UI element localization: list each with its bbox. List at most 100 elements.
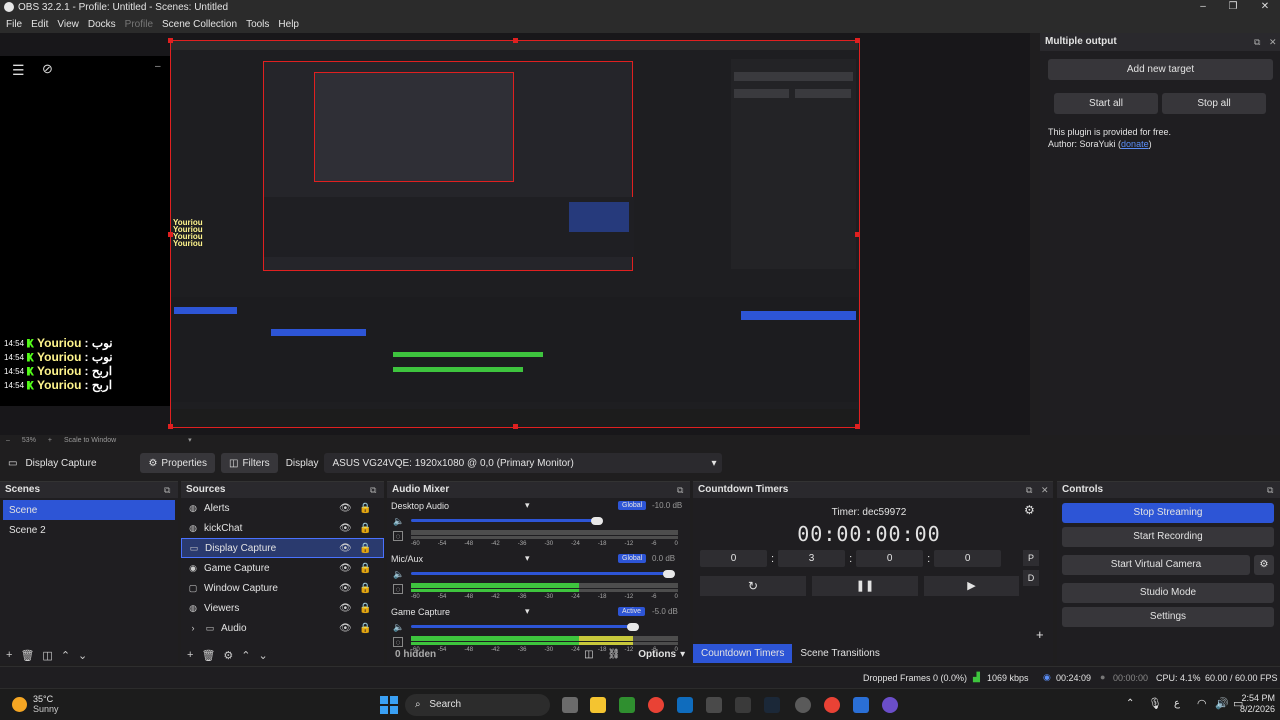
chevron-up-icon[interactable]: ⌃: [1126, 698, 1134, 709]
source-item[interactable]: ◍ Viewers 👁 🔒: [181, 598, 384, 618]
minutes-input[interactable]: 0: [856, 550, 924, 567]
excel-icon[interactable]: [619, 697, 635, 713]
arrow-up-icon[interactable]: ⌃: [61, 649, 70, 662]
layout-icon[interactable]: ◫: [584, 649, 593, 660]
chrome-icon[interactable]: [824, 697, 840, 713]
menu-help[interactable]: Help: [274, 19, 303, 30]
dock-float-icon[interactable]: ⧉: [370, 482, 376, 498]
source-item[interactable]: ◉ Game Capture 👁 🔒: [181, 558, 384, 578]
minimize-button[interactable]: –: [1188, 0, 1218, 15]
filter-icon[interactable]: ◫: [42, 649, 52, 662]
tab-scene-transitions[interactable]: Scene Transitions: [792, 644, 888, 663]
eye-icon[interactable]: 👁: [339, 623, 352, 634]
volume-knob[interactable]: [663, 570, 675, 578]
menu-view[interactable]: View: [53, 19, 83, 30]
eye-icon[interactable]: 👁: [339, 603, 352, 614]
lock-icon[interactable]: 🔒: [359, 583, 371, 594]
epic-games-icon[interactable]: [735, 697, 751, 713]
dock-float-icon[interactable]: ⧉: [677, 482, 683, 498]
stop-streaming-button[interactable]: Stop Streaming: [1062, 503, 1274, 523]
reset-button[interactable]: ↻: [700, 576, 806, 596]
add-timer-icon[interactable]: +: [1036, 627, 1044, 642]
donate-link[interactable]: donate: [1121, 139, 1149, 149]
app-icon[interactable]: [853, 697, 869, 713]
dock-float-icon[interactable]: ⧉: [1267, 482, 1273, 498]
source-item[interactable]: ▢ Window Capture 👁 🔒: [181, 578, 384, 598]
scene-item[interactable]: Scene: [3, 500, 175, 520]
menu-edit[interactable]: Edit: [27, 19, 52, 30]
source-item[interactable]: ◍ Alerts 👁 🔒: [181, 498, 384, 518]
dock-float-icon[interactable]: ⧉: [1254, 33, 1260, 51]
chrome-icon[interactable]: [648, 697, 664, 713]
speaker-icon[interactable]: 🔈: [393, 569, 404, 580]
zoom-in-button[interactable]: +: [48, 437, 52, 444]
speaker-icon[interactable]: 🔈: [393, 622, 404, 633]
add-icon[interactable]: +: [187, 649, 193, 661]
lock-icon[interactable]: 🔒: [359, 503, 371, 514]
dock-float-icon[interactable]: ⧉: [164, 482, 170, 498]
properties-button[interactable]: ⚙ Properties: [140, 453, 215, 473]
studio-mode-button[interactable]: Studio Mode: [1062, 583, 1274, 603]
scale-mode-chevron-icon[interactable]: ▾: [188, 436, 192, 444]
arrow-up-icon[interactable]: ⌃: [241, 649, 250, 662]
lock-icon[interactable]: 🔒: [359, 523, 371, 534]
display-select[interactable]: ASUS VG24VQE: 1920x1080 @ 0,0 (Primary M…: [324, 453, 723, 473]
volume-knob[interactable]: [627, 623, 639, 631]
stop-all-button[interactable]: Stop all: [1162, 93, 1266, 114]
close-button[interactable]: ✕: [1250, 0, 1280, 15]
tab-countdown-timers[interactable]: Countdown Timers: [693, 644, 793, 663]
chevron-down-icon[interactable]: ▾: [525, 606, 530, 617]
eye-icon[interactable]: 👁: [339, 563, 352, 574]
taskbar-search[interactable]: ⌕ Search: [405, 694, 550, 716]
menu-scene-collection[interactable]: Scene Collection: [158, 19, 241, 30]
volume-knob[interactable]: [591, 517, 603, 525]
messenger-icon[interactable]: [882, 697, 898, 713]
source-item[interactable]: ▭ Display Capture 👁 🔒: [181, 538, 384, 558]
play-button[interactable]: ▶: [924, 576, 1019, 596]
eye-icon[interactable]: 👁: [339, 523, 352, 534]
chevron-down-icon[interactable]: ▾: [525, 553, 530, 564]
lock-icon[interactable]: 🔒: [359, 623, 371, 634]
eye-icon[interactable]: 👁: [339, 503, 352, 514]
store-icon[interactable]: [706, 697, 722, 713]
arrow-down-icon[interactable]: ⌄: [259, 649, 268, 662]
add-icon[interactable]: +: [6, 649, 12, 661]
windows-start-icon[interactable]: [380, 696, 398, 714]
pause-button[interactable]: ❚❚: [812, 576, 918, 596]
gear-icon[interactable]: ⚙: [223, 649, 233, 662]
menu-file[interactable]: File: [2, 19, 26, 30]
filters-button[interactable]: ◫ Filters: [221, 453, 278, 473]
hours-input[interactable]: 3: [778, 550, 846, 567]
display-capture-source[interactable]: Youriou Youriou Youriou Youriou: [168, 38, 860, 429]
menu-docks[interactable]: Docks: [84, 19, 120, 30]
file-explorer-icon[interactable]: [590, 697, 606, 713]
settings-button[interactable]: Settings: [1062, 607, 1274, 627]
input-language[interactable]: ع: [1174, 698, 1180, 709]
lock-icon[interactable]: 🔒: [359, 543, 371, 554]
scale-mode-select[interactable]: Scale to Window: [64, 437, 116, 444]
lock-icon[interactable]: 🔒: [359, 563, 371, 574]
microphone-icon[interactable]: 🎙: [1148, 697, 1162, 710]
dock-float-icon[interactable]: ⧉: [1026, 482, 1032, 498]
eye-icon[interactable]: 👁: [339, 543, 352, 554]
maximize-button[interactable]: ❐: [1218, 0, 1248, 15]
arrow-down-icon[interactable]: ⌄: [78, 649, 87, 662]
source-item[interactable]: ◍ kickChat 👁 🔒: [181, 518, 384, 538]
trash-icon[interactable]: 🗑: [20, 649, 34, 662]
monitor-icon[interactable]: ◌: [393, 531, 403, 541]
task-view-icon[interactable]: [562, 697, 578, 713]
start-recording-button[interactable]: Start Recording: [1062, 527, 1274, 547]
seconds-input[interactable]: 0: [934, 550, 1002, 567]
wifi-icon[interactable]: ◠: [1197, 697, 1207, 710]
start-all-button[interactable]: Start all: [1054, 93, 1158, 114]
add-new-target-button[interactable]: Add new target: [1048, 59, 1273, 80]
volume-slider[interactable]: [411, 572, 669, 575]
dock-close-icon[interactable]: ✕: [1269, 33, 1277, 51]
options-button[interactable]: Options: [638, 649, 676, 660]
scene-item[interactable]: Scene 2: [3, 520, 175, 540]
chevron-down-icon[interactable]: ▾: [680, 649, 685, 660]
volume-slider[interactable]: [411, 625, 633, 628]
monitor-icon[interactable]: ◌: [393, 584, 403, 594]
lock-icon[interactable]: 🔒: [359, 603, 371, 614]
trash-icon[interactable]: 🗑: [201, 649, 215, 662]
